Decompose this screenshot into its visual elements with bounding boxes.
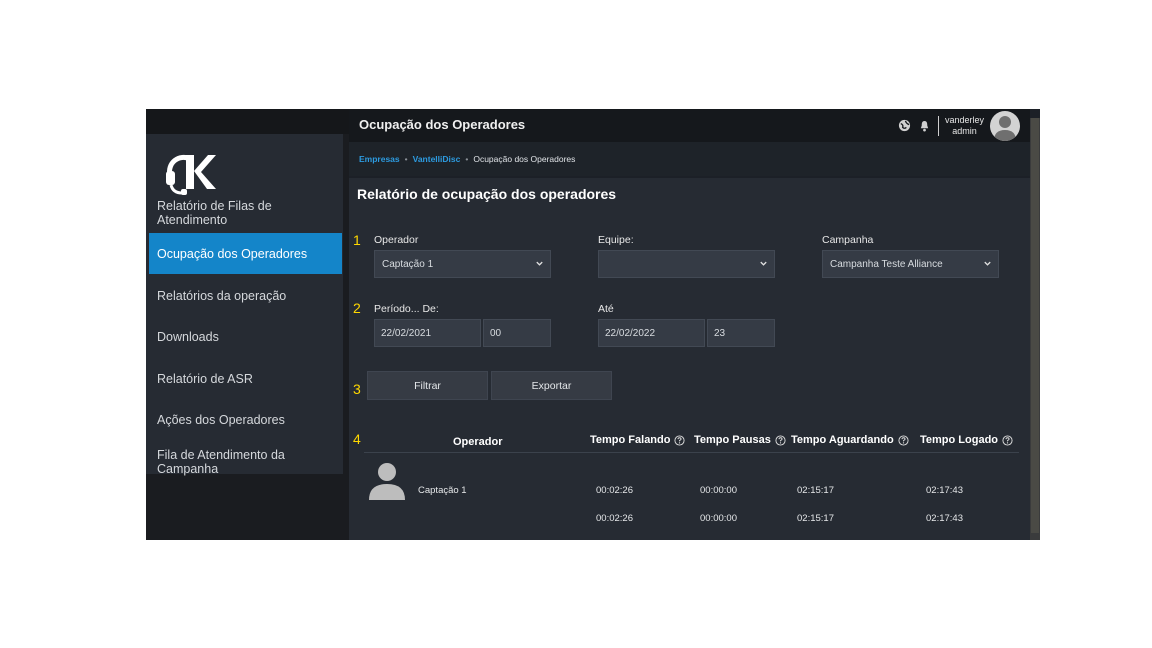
exportar-button[interactable]: Exportar — [491, 371, 612, 400]
sidebar-item-filas-atendimento[interactable]: Relatório de Filas de Atendimento — [149, 192, 342, 233]
campanha-select[interactable]: Campanha Teste Alliance — [822, 250, 999, 278]
scrollbar-thumb[interactable] — [1031, 118, 1039, 533]
breadcrumb-current: Ocupação dos Operadores — [473, 154, 576, 164]
column-header-tempo-logado-label: Tempo Logado — [920, 434, 999, 446]
user-name: vanderley — [944, 114, 984, 125]
campanha-select-value: Campanha Teste Alliance — [830, 258, 943, 270]
ate-label: Até — [598, 303, 614, 315]
operador-select[interactable]: Captação 1 — [374, 250, 551, 278]
periodo-de-date-input[interactable]: 22/02/2021 — [374, 319, 481, 347]
sidebar-item-fila-campanha[interactable]: Fila de Atendimento da Campanha — [149, 441, 342, 482]
user-role: admin — [952, 125, 977, 136]
row-tempo-falando: 00:02:26 — [596, 485, 633, 496]
column-header-tempo-pausas-label: Tempo Pausas — [694, 434, 771, 446]
bell-icon[interactable] — [918, 119, 932, 133]
periodo-de-label: Período... De: — [374, 303, 439, 315]
step-number-3: 3 — [353, 381, 361, 397]
filtrar-button[interactable]: Filtrar — [367, 371, 488, 400]
operador-select-value: Captação 1 — [382, 258, 434, 270]
sidebar-item-ocupacao-operadores[interactable]: Ocupação dos Operadores — [149, 233, 342, 274]
sidebar: Relatório de Filas de Atendimento Ocupaç… — [146, 109, 349, 540]
page-title: Ocupação dos Operadores — [359, 117, 526, 132]
divider — [937, 115, 939, 136]
table-header-divider — [364, 452, 1019, 453]
total-tempo-logado: 02:17:43 — [926, 513, 963, 524]
top-bar: Ocupação dos Operadores vanderley admin — [349, 109, 1030, 142]
top-bar-actions: vanderley admin — [898, 109, 1020, 142]
breadcrumb-vantellidisc[interactable]: VantelliDisc — [413, 154, 461, 164]
user-info[interactable]: vanderley admin — [945, 115, 984, 137]
breadcrumb-empresas[interactable]: Empresas — [359, 154, 400, 164]
column-header-tempo-aguardando: Tempo Aguardando — [791, 434, 909, 446]
sidebar-item-relatorios-operacao[interactable]: Relatórios da operação — [149, 275, 342, 316]
step-number-4: 4 — [353, 431, 361, 447]
breadcrumb: Empresas • VantelliDisc • Ocupação dos O… — [349, 142, 1030, 176]
column-header-tempo-falando-label: Tempo Falando — [590, 434, 671, 446]
row-tempo-logado: 02:17:43 — [926, 485, 963, 496]
column-header-tempo-falando: Tempo Falando — [590, 434, 686, 446]
app-window: Relatório de Filas de Atendimento Ocupaç… — [146, 109, 1040, 540]
sidebar-item-relatorio-asr[interactable]: Relatório de ASR — [149, 358, 342, 399]
avatar[interactable] — [990, 110, 1020, 141]
user-avatar-icon — [369, 463, 405, 500]
step-number-2: 2 — [353, 300, 361, 316]
sidebar-header — [146, 109, 349, 134]
help-circle-icon[interactable] — [898, 434, 909, 446]
main-area: Ocupação dos Operadores vanderley admin — [349, 109, 1040, 540]
sidebar-item-acoes-operadores[interactable]: Ações dos Operadores — [149, 399, 342, 440]
chevron-down-icon — [984, 261, 991, 266]
help-circle-icon[interactable] — [674, 434, 686, 446]
campanha-label: Campanha — [822, 234, 874, 246]
total-tempo-pausas: 00:00:00 — [700, 513, 737, 524]
report-title: Relatório de ocupação dos operadores — [357, 186, 617, 202]
row-operador-name: Captação 1 — [418, 485, 467, 496]
report-panel: Relatório de ocupação dos operadores 1 O… — [349, 178, 1030, 540]
column-header-tempo-aguardando-label: Tempo Aguardando — [791, 434, 894, 446]
column-header-tempo-logado: Tempo Logado — [920, 434, 1013, 446]
sidebar-item-downloads[interactable]: Downloads — [149, 316, 342, 357]
user-avatar-icon — [994, 115, 1016, 141]
step-number-1: 1 — [353, 232, 361, 248]
scrollbar[interactable] — [1030, 118, 1040, 540]
total-tempo-aguardando: 02:15:17 — [797, 513, 834, 524]
column-header-tempo-pausas: Tempo Pausas — [694, 434, 786, 446]
equipe-select[interactable] — [598, 250, 775, 278]
help-circle-icon[interactable] — [1002, 434, 1013, 446]
chevron-down-icon — [536, 261, 543, 266]
total-tempo-falando: 00:02:26 — [596, 513, 633, 524]
equipe-label: Equipe: — [598, 234, 634, 246]
help-circle-icon[interactable] — [775, 434, 786, 446]
ate-date-input[interactable]: 22/02/2022 — [598, 319, 705, 347]
globe-icon[interactable] — [898, 119, 912, 133]
periodo-de-hour-input[interactable]: 00 — [483, 319, 551, 347]
chevron-down-icon — [760, 261, 767, 266]
breadcrumb-separator: • — [465, 154, 469, 164]
column-header-operador: Operador — [453, 436, 503, 448]
column-header-operador-label: Operador — [453, 436, 503, 448]
operador-label: Operador — [374, 234, 419, 246]
ate-hour-input[interactable]: 23 — [707, 319, 775, 347]
row-tempo-aguardando: 02:15:17 — [797, 485, 834, 496]
breadcrumb-separator: • — [404, 154, 408, 164]
row-tempo-pausas: 00:00:00 — [700, 485, 737, 496]
